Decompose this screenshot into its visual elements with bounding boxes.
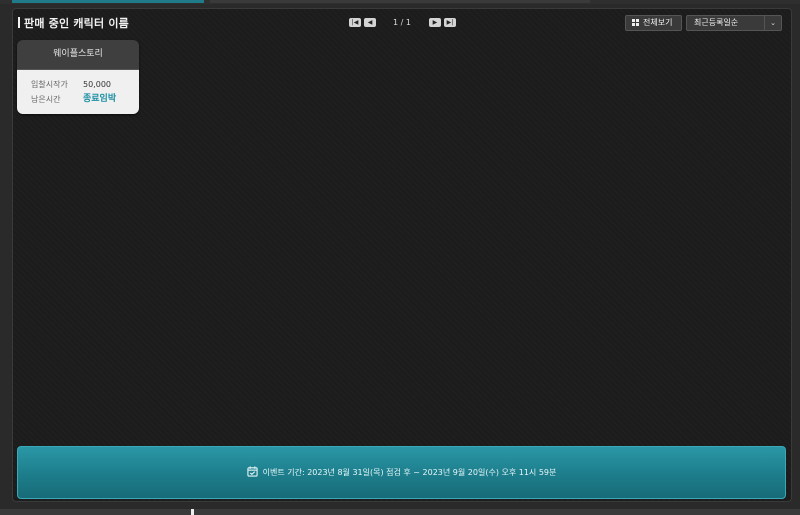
next-page-icon: ▶	[432, 19, 438, 26]
character-card[interactable]: 웨이플스토리 입찰시작가 50,000 남은시간 종료임박	[17, 40, 139, 114]
grid-icon	[632, 19, 639, 26]
sort-select[interactable]: 최근등록일순 ⌄	[686, 15, 782, 31]
event-period-text: 이벤트 기간: 2023년 8월 31일(목) 점검 후 ~ 2023년 9월 …	[262, 468, 557, 477]
start-bid-value: 50,000	[83, 80, 111, 89]
last-page-button[interactable]: ▶|	[443, 18, 456, 27]
prev-page-button[interactable]: ◀	[364, 18, 376, 27]
chevron-down-icon[interactable]: ⌄	[764, 16, 781, 30]
first-page-icon: |◀	[351, 19, 359, 26]
card-field-row: 남은시간 종료임박	[31, 92, 139, 107]
view-all-label: 전체보기	[643, 18, 673, 27]
time-left-value: 종료임박	[83, 94, 117, 104]
start-bid-label: 입찰시작가	[31, 80, 68, 89]
prev-page-icon: ◀	[367, 19, 373, 26]
view-all-button[interactable]: 전체보기	[625, 15, 682, 31]
title-bar-decoration	[18, 17, 20, 28]
page-title-text: 판매 중인 캐릭터 이름	[24, 17, 129, 30]
card-field-row: 입찰시작가 50,000	[31, 77, 139, 92]
time-left-label: 남은시간	[31, 95, 61, 104]
first-page-button[interactable]: |◀	[349, 18, 361, 27]
active-tab-indicator[interactable]	[12, 0, 204, 3]
bottom-strip	[0, 509, 800, 515]
tab-indicator[interactable]	[210, 0, 590, 3]
calendar-check-icon	[246, 466, 258, 477]
page-count: 1 / 1	[393, 18, 411, 27]
last-page-icon: ▶|	[446, 19, 454, 26]
pagination: |◀ ◀ 1 / 1 ▶ ▶|	[349, 17, 459, 28]
sort-selected-value: 최근등록일순	[694, 18, 739, 27]
character-card-body: 입찰시작가 50,000 남은시간 종료임박	[17, 70, 139, 114]
top-tab-strip	[0, 0, 800, 4]
page-title: 판매 중인 캐릭터 이름	[18, 15, 129, 31]
event-period-banner: 이벤트 기간: 2023년 8월 31일(목) 점검 후 ~ 2023년 9월 …	[17, 446, 786, 499]
next-page-button[interactable]: ▶	[428, 18, 441, 27]
character-name: 웨이플스토리	[17, 40, 139, 70]
character-sale-panel: 판매 중인 캐릭터 이름 |◀ ◀ 1 / 1 ▶ ▶| 전체보기 최근등록일순…	[12, 8, 792, 502]
mouse-cursor	[191, 509, 194, 515]
